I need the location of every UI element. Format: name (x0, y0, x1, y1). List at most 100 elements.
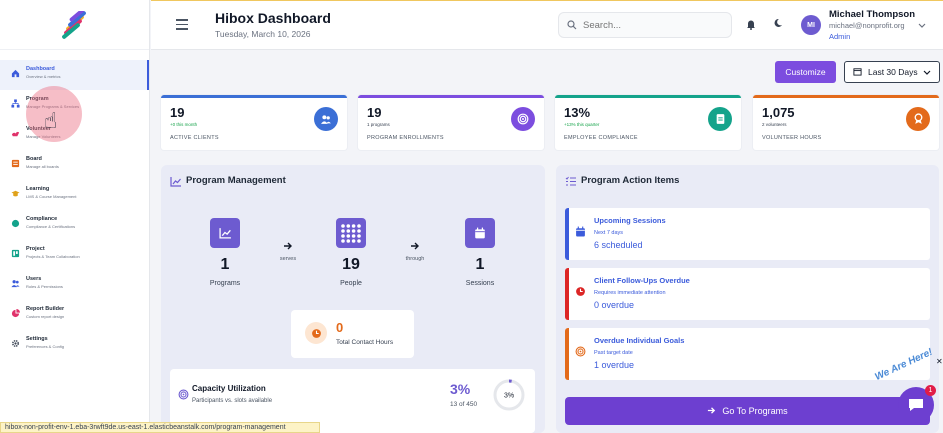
sidebar-item-dashboard[interactable]: Dashboard Overview & metrics (0, 60, 149, 90)
moon-icon[interactable] (773, 18, 783, 31)
programs-chart-icon (210, 218, 240, 248)
chevron-down-icon (923, 68, 931, 77)
target-icon (178, 389, 189, 403)
action-item-count: 6 scheduled (594, 240, 643, 250)
sidebar-item-project[interactable]: Project Projects & Team Collaboration (0, 240, 149, 270)
page-title: Hibox Dashboard (215, 10, 331, 26)
target-icon (511, 107, 535, 131)
sessions-count: 1 (475, 256, 485, 273)
stat-card-employee-compliance[interactable]: 13% +13% this quarter EMPLOYEE COMPLIANC… (555, 95, 741, 150)
sidebar-item-report-builder[interactable]: Report Builder Custom report design (0, 300, 149, 330)
calendar-icon (575, 226, 586, 240)
stat-value: 1,075 (762, 105, 795, 120)
sidebar-item-sub: Custom report design (26, 314, 65, 319)
arrow-right-icon (410, 240, 420, 254)
chat-bubble-icon (909, 399, 923, 411)
clipboard-icon (708, 107, 732, 131)
programs-count: 1 (220, 256, 230, 273)
gear-icon (11, 339, 20, 348)
action-item-upcoming-sessions[interactable]: Upcoming Sessions Next 7 days 6 schedule… (565, 208, 930, 260)
capacity-count: 13 of 450 (450, 401, 478, 408)
close-icon[interactable]: ✕ (936, 357, 943, 366)
sitemap-icon (11, 99, 20, 108)
stat-sub: +0 this month (170, 122, 198, 127)
bell-icon[interactable] (746, 19, 756, 33)
action-item-count: 0 overdue (594, 300, 635, 310)
customize-button[interactable]: Customize (775, 61, 836, 83)
sidebar-item-learning[interactable]: Learning LMS & Course Management (0, 180, 149, 210)
stat-value: 13% (564, 105, 591, 120)
compliance-icon (11, 219, 20, 228)
board-icon (11, 159, 20, 168)
hibox-logo-icon (61, 10, 86, 39)
capacity-title: Capacity Utilization (192, 384, 266, 393)
date-range-select[interactable]: Last 30 Days (844, 61, 940, 83)
volunteer-icon (11, 129, 20, 138)
contact-hours-value: 0 (336, 320, 344, 335)
stat-label: PROGRAM ENROLLMENTS (367, 135, 444, 141)
sidebar-item-board[interactable]: Board Manage all boards (0, 150, 149, 180)
sidebar-item-title: Project (26, 246, 45, 252)
sidebar-item-title: Board (26, 156, 42, 162)
users-icon (314, 107, 338, 131)
program-management-title: Program Management (186, 175, 286, 186)
tasks-icon (565, 176, 577, 190)
target-icon (575, 346, 586, 360)
capacity-percent: 3% (450, 381, 471, 397)
arrow-right-icon (707, 406, 716, 417)
sidebar-item-sub: LMS & Course Management (26, 194, 77, 199)
chevron-down-icon[interactable] (918, 21, 926, 30)
action-item-title: Upcoming Sessions (594, 216, 666, 225)
sidebar-item-sub: Manage all boards (26, 164, 59, 169)
search-input[interactable] (583, 19, 723, 31)
sidebar-item-settings[interactable]: Settings Preferences & Config (0, 330, 149, 360)
sidebar-item-title: Learning (26, 186, 50, 192)
sidebar-item-sub: Projects & Team Collaboration (26, 254, 80, 259)
stat-value: 19 (367, 105, 382, 120)
stat-sub: 2 volunteers (762, 122, 787, 127)
capacity-sub: Participants vs. slots available (192, 398, 273, 404)
sidebar: Dashboard Overview & metrics Program Manag… (0, 0, 150, 433)
sidebar-item-sub: Roles & Permissions (26, 284, 63, 289)
report-icon (11, 309, 20, 318)
page-date: Tuesday, March 10, 2026 (215, 29, 311, 39)
go-to-programs-button[interactable]: Go To Programs (565, 397, 930, 425)
sessions-label: Sessions (465, 280, 495, 287)
hamburger-menu-icon[interactable] (176, 19, 188, 33)
action-item-title: Client Follow-Ups Overdue (594, 276, 690, 285)
programs-label: Programs (209, 280, 241, 287)
sidebar-item-title: Report Builder (26, 306, 65, 312)
sidebar-item-compliance[interactable]: Compliance Compliance & Certifications (0, 210, 149, 240)
stat-card-volunteer-hours[interactable]: 1,075 2 volunteers VOLUNTEER HOURS (753, 95, 939, 150)
people-count: 19 (342, 256, 360, 273)
clock-icon (305, 322, 327, 344)
search-box[interactable] (558, 12, 732, 38)
sidebar-item-sub: Preferences & Config (26, 344, 65, 349)
ribbon-icon (906, 107, 930, 131)
user-role: Admin (829, 32, 851, 41)
chat-badge: 1 (925, 385, 936, 396)
action-items-title: Program Action Items (581, 175, 680, 186)
contact-hours-label: Total Contact Hours (336, 339, 394, 346)
stat-card-program-enrollments[interactable]: 19 1 programs PROGRAM ENROLLMENTS (358, 95, 544, 150)
action-item-sub: Next 7 days (594, 230, 624, 236)
stat-card-active-clients[interactable]: 19 +0 this month ACTIVE CLIENTS (161, 95, 347, 150)
hand-cursor-icon: ☝ (44, 108, 58, 133)
action-item-client-followups[interactable]: Client Follow-Ups Overdue Requires immed… (565, 268, 930, 320)
action-item-count: 1 overdue (594, 360, 635, 370)
sidebar-item-users[interactable]: Users Roles & Permissions (0, 270, 149, 300)
stat-label: VOLUNTEER HOURS (762, 135, 822, 141)
users-icon (11, 279, 20, 288)
logo[interactable] (0, 0, 149, 50)
connector-serves: serves (279, 256, 297, 262)
stat-label: EMPLOYEE COMPLIANCE (564, 135, 638, 141)
avatar[interactable]: MI (801, 15, 821, 35)
graduation-icon (11, 189, 20, 198)
capacity-ring-label: 3% (504, 393, 514, 400)
connector-through: through (405, 256, 425, 262)
user-name: Michael Thompson (829, 9, 916, 20)
stat-value: 19 (170, 105, 185, 120)
contact-hours-card[interactable]: 0 Total Contact Hours (291, 310, 414, 358)
people-label: People (340, 280, 362, 287)
stat-sub: 1 programs (367, 122, 390, 127)
